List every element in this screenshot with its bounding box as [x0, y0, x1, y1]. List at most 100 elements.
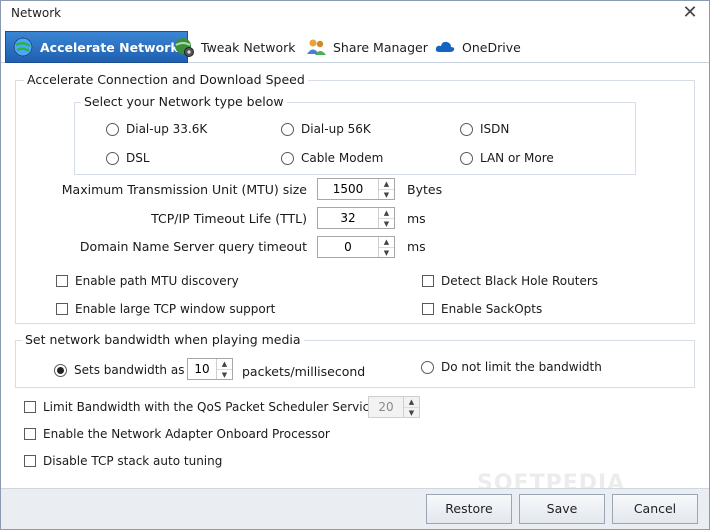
- tab-label: Tweak Network: [201, 39, 296, 55]
- tab-tweak-network[interactable]: Tweak Network: [167, 31, 304, 63]
- users-icon: [307, 39, 326, 55]
- radio-label: ISDN: [480, 122, 510, 136]
- checkbox-box: [56, 275, 68, 287]
- radio-circle: [106, 122, 119, 136]
- qos-stepper[interactable]: ▲ ▼: [368, 396, 420, 418]
- stepper-arrows: ▲ ▼: [378, 179, 394, 199]
- mtu-label: Maximum Transmission Unit (MTU) size: [61, 182, 307, 197]
- radio-label: LAN or More: [480, 151, 554, 165]
- window-title: Network: [11, 6, 62, 20]
- network-gear-icon: [175, 38, 194, 57]
- radio-circle: [54, 363, 67, 377]
- button-bar: Restore Save Cancel: [1, 488, 709, 529]
- tab-accelerate-network[interactable]: Accelerate Network: [5, 31, 188, 63]
- checkbox-label: Enable path MTU discovery: [75, 274, 239, 288]
- radio-no-limit[interactable]: Do not limit the bandwidth: [421, 360, 602, 374]
- ttl-unit: ms: [407, 211, 426, 226]
- save-button[interactable]: Save: [519, 494, 605, 524]
- radio-label: Do not limit the bandwidth: [441, 360, 602, 374]
- decrement-icon[interactable]: ▼: [379, 218, 394, 229]
- checkbox-large-tcp[interactable]: Enable large TCP window support: [56, 302, 275, 316]
- radio-circle: [281, 151, 294, 165]
- increment-icon[interactable]: ▲: [404, 397, 419, 407]
- mtu-unit: Bytes: [407, 182, 443, 197]
- network-type-group: Select your Network type below Dial-up 3…: [74, 94, 636, 175]
- mtu-stepper[interactable]: ▲ ▼: [317, 178, 395, 200]
- checkbox-qos[interactable]: Limit Bandwidth with the QoS Packet Sche…: [24, 400, 377, 414]
- bandwidth-stepper[interactable]: ▲ ▼: [187, 358, 233, 380]
- restore-button[interactable]: Restore: [426, 494, 512, 524]
- decrement-icon[interactable]: ▼: [379, 189, 394, 200]
- checkbox-adapter-processor[interactable]: Enable the Network Adapter Onboard Proce…: [24, 427, 330, 441]
- checkbox-label: Enable SackOpts: [441, 302, 543, 316]
- checkbox-box: [24, 455, 36, 467]
- radio-label: Cable Modem: [301, 151, 384, 165]
- tab-label: Accelerate Network: [40, 39, 179, 55]
- radio-circle: [106, 151, 119, 165]
- tab-onedrive[interactable]: OneDrive: [428, 31, 529, 63]
- close-icon[interactable]: ✕: [679, 3, 701, 25]
- bandwidth-unit: packets/millisecond: [242, 364, 366, 379]
- checkbox-label: Limit Bandwidth with the QoS Packet Sche…: [43, 400, 377, 414]
- cloud-icon: [435, 41, 455, 52]
- ttl-input[interactable]: [318, 208, 378, 228]
- increment-icon[interactable]: ▲: [379, 237, 394, 247]
- accelerate-group-title: Accelerate Connection and Download Speed: [24, 72, 308, 87]
- dns-input[interactable]: [318, 237, 378, 257]
- radio-circle: [421, 360, 434, 374]
- radio-circle: [460, 122, 473, 136]
- bandwidth-input[interactable]: [188, 359, 216, 379]
- radio-dialup-336[interactable]: Dial-up 33.6K: [106, 122, 207, 136]
- checkbox-box: [56, 303, 68, 315]
- radio-lan-or-more[interactable]: LAN or More: [460, 151, 554, 165]
- radio-label: Dial-up 33.6K: [126, 122, 208, 136]
- decrement-icon[interactable]: ▼: [379, 247, 394, 258]
- stepper-arrows: ▲ ▼: [403, 397, 419, 417]
- decrement-icon[interactable]: ▼: [404, 407, 419, 418]
- dns-stepper[interactable]: ▲ ▼: [317, 236, 395, 258]
- checkbox-path-mtu[interactable]: Enable path MTU discovery: [56, 274, 239, 288]
- dns-label: Domain Name Server query timeout: [79, 239, 307, 254]
- radio-cable-modem[interactable]: Cable Modem: [281, 151, 383, 165]
- checkbox-label: Detect Black Hole Routers: [441, 274, 599, 288]
- accelerate-network-panel: Accelerate Connection and Download Speed…: [4, 64, 706, 488]
- checkbox-label: Enable large TCP window support: [75, 302, 276, 316]
- checkbox-box: [422, 303, 434, 315]
- bandwidth-group-title: Set network bandwidth when playing media: [22, 332, 304, 347]
- stepper-arrows: ▲ ▼: [378, 208, 394, 228]
- mtu-input[interactable]: [318, 179, 378, 199]
- tab-bar: Accelerate Network Tweak Network Share M…: [1, 27, 709, 63]
- radio-sets-bandwidth[interactable]: Sets bandwidth as: [54, 363, 184, 377]
- checkbox-box: [24, 428, 36, 440]
- tab-label: Share Manager: [333, 39, 428, 55]
- ttl-label: TCP/IP Timeout Life (TTL): [151, 211, 307, 226]
- radio-circle: [281, 122, 294, 136]
- cancel-button[interactable]: Cancel: [612, 494, 698, 524]
- tab-share-manager[interactable]: Share Manager: [299, 31, 436, 63]
- accelerate-group: Accelerate Connection and Download Speed…: [15, 72, 695, 324]
- radio-label: Sets bandwidth as: [74, 363, 185, 377]
- qos-input[interactable]: [369, 397, 403, 417]
- dns-unit: ms: [407, 239, 426, 254]
- radio-isdn[interactable]: ISDN: [460, 122, 509, 136]
- tab-label: OneDrive: [462, 39, 521, 55]
- checkbox-black-hole[interactable]: Detect Black Hole Routers: [422, 274, 598, 288]
- checkbox-label: Disable TCP stack auto tuning: [43, 454, 223, 468]
- network-window: Network ✕ Accelerate Network Tweak Netwo…: [0, 0, 710, 530]
- radio-label: Dial-up 56K: [301, 122, 371, 136]
- radio-dsl[interactable]: DSL: [106, 151, 150, 165]
- stepper-arrows: ▲ ▼: [378, 237, 394, 257]
- ttl-stepper[interactable]: ▲ ▼: [317, 207, 395, 229]
- increment-icon[interactable]: ▲: [379, 179, 394, 189]
- checkbox-label: Enable the Network Adapter Onboard Proce…: [43, 427, 330, 441]
- checkbox-box: [422, 275, 434, 287]
- checkbox-sackopts[interactable]: Enable SackOpts: [422, 302, 542, 316]
- radio-label: DSL: [126, 151, 150, 165]
- checkbox-tcp-autotune[interactable]: Disable TCP stack auto tuning: [24, 454, 222, 468]
- increment-icon[interactable]: ▲: [217, 359, 232, 369]
- stepper-arrows: ▲ ▼: [216, 359, 232, 379]
- increment-icon[interactable]: ▲: [379, 208, 394, 218]
- decrement-icon[interactable]: ▼: [217, 369, 232, 380]
- radio-dialup-56[interactable]: Dial-up 56K: [281, 122, 371, 136]
- globe-icon: [13, 37, 33, 57]
